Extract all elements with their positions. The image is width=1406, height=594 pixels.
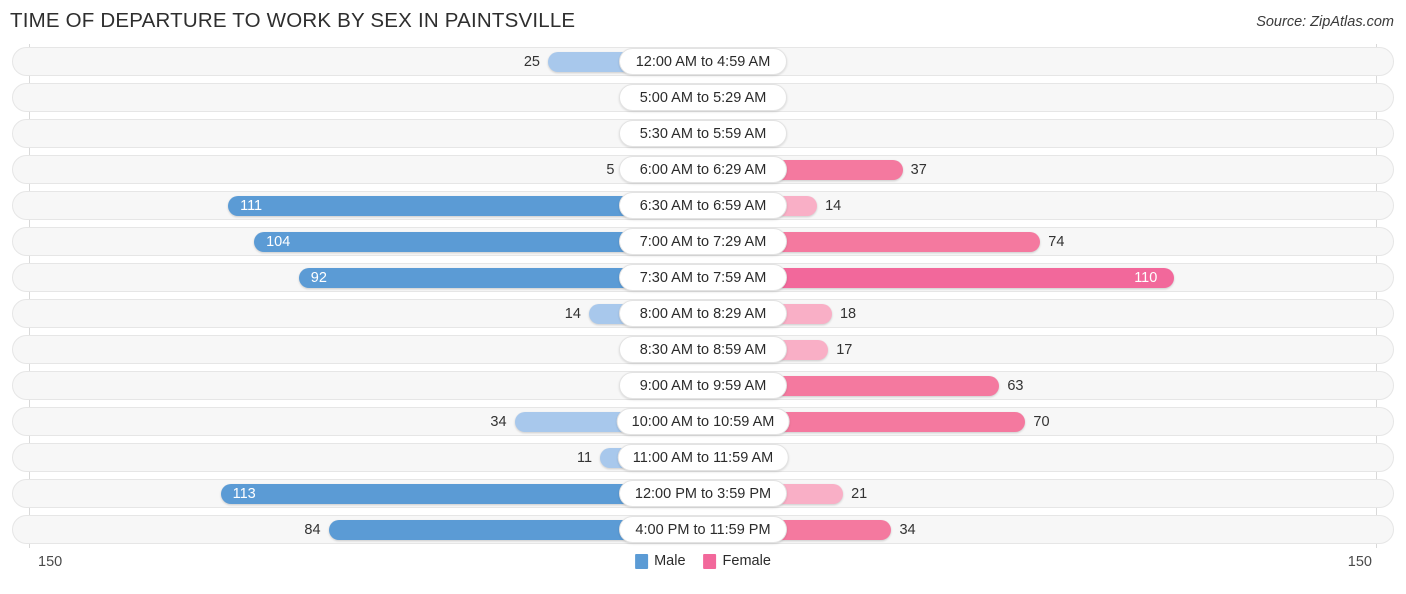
bar-value-female: 110 bbox=[1134, 270, 1158, 286]
chart-row: 0178:30 AM to 8:59 AM bbox=[0, 332, 1406, 368]
bar-value-male: 92 bbox=[310, 270, 327, 286]
chart-row: 34 70 10:00 AM to 10:59 AM bbox=[0, 404, 1406, 440]
category-label: 5:00 AM to 5:29 AM bbox=[619, 84, 787, 111]
bar-value-male: 25 bbox=[523, 54, 540, 70]
bar-value-female: 63 bbox=[1007, 378, 1024, 394]
bar-value-female: 37 bbox=[910, 162, 927, 178]
chart-row: 11011:00 AM to 11:59 AM bbox=[0, 440, 1406, 476]
chart-row: 92 110 7:30 AM to 7:59 AM bbox=[0, 260, 1406, 296]
chart-row: 25012:00 AM to 4:59 AM bbox=[0, 44, 1406, 80]
category-label: 6:00 AM to 6:29 AM bbox=[619, 156, 787, 183]
bar-value-female: 34 bbox=[899, 522, 916, 538]
bar-value-male: 34 bbox=[490, 414, 507, 430]
category-label: 9:00 AM to 9:59 AM bbox=[619, 372, 787, 399]
category-label: 6:30 AM to 6:59 AM bbox=[619, 192, 787, 219]
chart-row: 005:00 AM to 5:29 AM bbox=[0, 80, 1406, 116]
category-label: 7:00 AM to 7:29 AM bbox=[619, 228, 787, 255]
bar-value-male: 84 bbox=[304, 522, 321, 538]
bar-value-male: 111 bbox=[240, 198, 263, 214]
chart-footer: 150 Male Female 150 bbox=[0, 548, 1406, 594]
page-title: TIME OF DEPARTURE TO WORK BY SEX IN PAIN… bbox=[10, 9, 576, 32]
chart-row: 104 74 7:00 AM to 7:29 AM bbox=[0, 224, 1406, 260]
axis-max-right: 150 bbox=[1347, 554, 1372, 570]
chart-header: TIME OF DEPARTURE TO WORK BY SEX IN PAIN… bbox=[0, 0, 1406, 42]
bar-value-female: 14 bbox=[825, 198, 842, 214]
category-label: 12:00 AM to 4:59 AM bbox=[619, 48, 787, 75]
bar-value-male: 113 bbox=[232, 486, 256, 502]
legend-item-male[interactable]: Male bbox=[635, 553, 686, 569]
bar-value-female: 70 bbox=[1033, 414, 1050, 430]
bar-value-male: 11 bbox=[577, 450, 593, 466]
chart-row: 84 34 4:00 PM to 11:59 PM bbox=[0, 512, 1406, 548]
axis-max-left: 150 bbox=[38, 554, 63, 570]
bar-value-female: 21 bbox=[851, 486, 868, 502]
legend-item-female[interactable]: Female bbox=[703, 553, 771, 569]
chart-row: 0639:00 AM to 9:59 AM bbox=[0, 368, 1406, 404]
bar-value-male: 14 bbox=[564, 306, 581, 322]
category-label: 11:00 AM to 11:59 AM bbox=[617, 444, 789, 471]
category-label: 4:00 PM to 11:59 PM bbox=[619, 516, 787, 543]
chart-row: 005:30 AM to 5:59 AM bbox=[0, 116, 1406, 152]
legend-label-male: Male bbox=[654, 553, 686, 569]
bar-value-female: 74 bbox=[1048, 234, 1065, 250]
chart-row: 14 18 8:00 AM to 8:29 AM bbox=[0, 296, 1406, 332]
bar-value-female: 18 bbox=[839, 306, 857, 322]
bar-value-male: 104 bbox=[266, 234, 291, 250]
category-label: 8:30 AM to 8:59 AM bbox=[619, 336, 787, 363]
chart-row: 111 14 6:30 AM to 6:59 AM bbox=[0, 188, 1406, 224]
chart-plot-area: 25012:00 AM to 4:59 AM005:00 AM to 5:29 … bbox=[0, 44, 1406, 548]
legend-swatch-female bbox=[703, 553, 717, 569]
bar-value-male: 5 bbox=[606, 162, 615, 178]
source-attribution: Source: ZipAtlas.com bbox=[1256, 14, 1394, 30]
category-label: 8:00 AM to 8:29 AM bbox=[619, 300, 787, 327]
bar-value-female: 17 bbox=[836, 342, 853, 358]
category-label: 12:00 PM to 3:59 PM bbox=[619, 480, 787, 507]
category-label: 10:00 AM to 10:59 AM bbox=[616, 408, 790, 435]
chart-row: 113 21 12:00 PM to 3:59 PM bbox=[0, 476, 1406, 512]
legend-label-female: Female bbox=[722, 553, 771, 569]
chart-row: 5 37 6:00 AM to 6:29 AM bbox=[0, 152, 1406, 188]
legend-swatch-male bbox=[635, 553, 649, 569]
chart-legend: Male Female bbox=[635, 553, 771, 569]
category-label: 5:30 AM to 5:59 AM bbox=[619, 120, 787, 147]
category-label: 7:30 AM to 7:59 AM bbox=[619, 264, 787, 291]
